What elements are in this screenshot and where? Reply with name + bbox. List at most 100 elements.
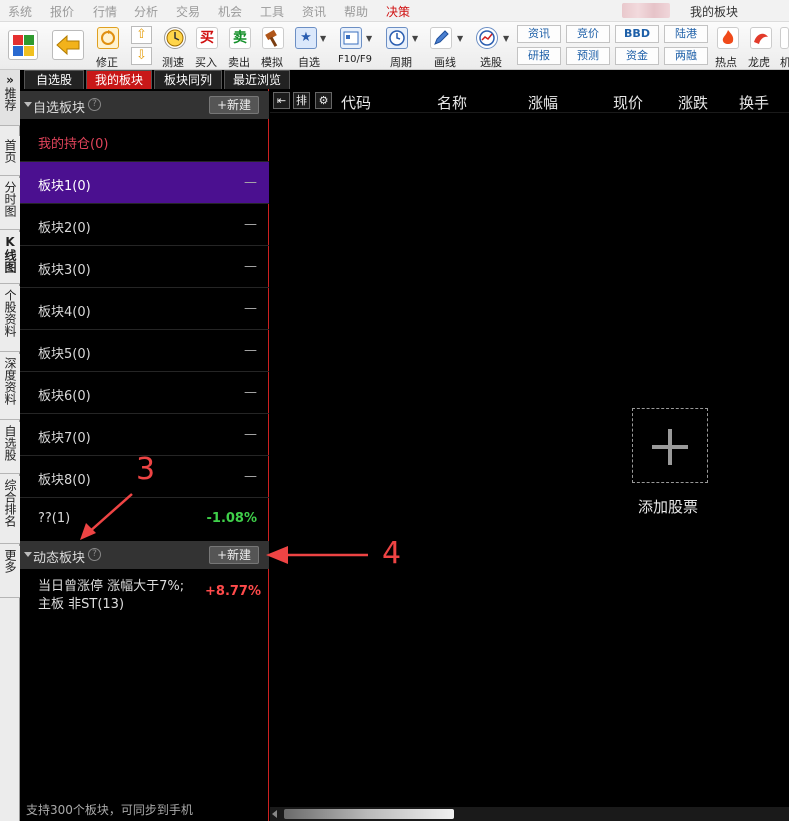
- settings-gear-icon[interactable]: ⚙: [315, 92, 332, 109]
- side-tab-stock-info[interactable]: 个股资料: [0, 286, 20, 352]
- add-stock-button[interactable]: [632, 408, 708, 483]
- capital-button[interactable]: 资金: [615, 47, 659, 65]
- side-tab-deep-info[interactable]: 深度资料: [0, 354, 20, 420]
- column-change-pct[interactable]: 涨幅: [528, 92, 558, 113]
- down-arrow-icon[interactable]: ⇩: [131, 47, 152, 65]
- tab-my-boards[interactable]: 我的板块: [86, 70, 152, 89]
- board-row[interactable]: 板块1(0) —: [20, 162, 269, 204]
- up-arrow-icon[interactable]: ⇧: [131, 26, 152, 44]
- dynamic-board-title: 动态板块: [33, 551, 86, 566]
- board-row[interactable]: 板块4(0) —: [20, 288, 269, 330]
- menu-decision[interactable]: 决策: [386, 3, 410, 20]
- board-change: —: [244, 427, 257, 442]
- side-tab-recommend-label: 推荐: [3, 87, 17, 111]
- new-custom-board-button[interactable]: +新建: [209, 96, 259, 114]
- side-tab-home[interactable]: 首页: [0, 136, 20, 176]
- sort-button[interactable]: 排: [293, 92, 310, 109]
- dragon-tiger-button[interactable]: 龙虎: [747, 25, 775, 69]
- menu-tools[interactable]: 工具: [260, 3, 284, 20]
- tab-recent[interactable]: 最近浏览: [224, 70, 290, 89]
- dragon-tiger-label: 龙虎: [748, 56, 770, 69]
- board-change: -1.08%: [206, 511, 258, 526]
- period-label: 周期: [390, 56, 412, 69]
- menu-news[interactable]: 资讯: [302, 3, 326, 20]
- back-button[interactable]: [52, 30, 84, 60]
- menu-analysis[interactable]: 分析: [134, 3, 158, 20]
- period-button[interactable]: ▼ 周期: [384, 25, 420, 69]
- board-row[interactable]: 板块7(0) —: [20, 414, 269, 456]
- help-icon[interactable]: ?: [88, 548, 101, 561]
- back-arrow-icon: [56, 34, 80, 56]
- simulate-label: 模拟: [261, 56, 283, 69]
- layout-button[interactable]: [8, 30, 38, 60]
- side-tab-recommend[interactable]: » 推荐: [0, 70, 20, 126]
- fix-button[interactable]: 修正: [96, 25, 120, 69]
- help-icon[interactable]: ?: [88, 98, 101, 111]
- side-tab-more[interactable]: 更多: [0, 546, 20, 598]
- column-turnover[interactable]: 换手: [739, 92, 769, 113]
- dynamic-board-row[interactable]: 当日曾涨停 涨幅大于7%; 主板 非ST(13) +8.77%: [20, 573, 269, 613]
- column-code[interactable]: 代码: [341, 92, 371, 113]
- sell-button[interactable]: 卖 卖出: [228, 25, 252, 69]
- pencil-icon: [430, 27, 452, 49]
- side-tab-ranking[interactable]: 综合排名: [0, 476, 20, 544]
- expand-chevron-icon: »: [6, 73, 14, 87]
- collapse-left-icon[interactable]: ⇤: [273, 92, 290, 109]
- favorites-button[interactable]: ★ ▼ 自选: [294, 25, 328, 69]
- f10-button[interactable]: ▼ F10/F9: [337, 25, 377, 69]
- board-row[interactable]: 板块3(0) —: [20, 246, 269, 288]
- column-name[interactable]: 名称: [437, 92, 467, 113]
- new-dynamic-board-button[interactable]: +新建: [209, 546, 259, 564]
- menu-opportunity[interactable]: 机会: [218, 3, 242, 20]
- menu-quote[interactable]: 报价: [50, 3, 74, 20]
- board-row[interactable]: 板块6(0) —: [20, 372, 269, 414]
- margin-button[interactable]: 两融: [664, 47, 708, 65]
- side-tab-intraday[interactable]: 分时图: [0, 178, 20, 230]
- bbd-button[interactable]: BBD: [615, 25, 659, 43]
- collapse-triangle-icon[interactable]: [24, 552, 32, 557]
- side-tab-watchlist[interactable]: 自选股: [0, 422, 20, 474]
- board-row-holdings[interactable]: 我的持仓(0): [20, 120, 269, 162]
- updown-buttons[interactable]: ⇧ ⇩: [131, 26, 153, 66]
- menu-help[interactable]: 帮助: [344, 3, 368, 20]
- horizontal-scrollbar[interactable]: [270, 807, 789, 821]
- add-stock-label[interactable]: 添加股票: [638, 496, 698, 517]
- forecast-button[interactable]: 预测: [566, 47, 610, 65]
- dropdown-caret-icon: ▼: [503, 34, 510, 43]
- side-tab-more-label: 更多: [3, 549, 17, 573]
- scroll-left-icon[interactable]: [272, 810, 277, 818]
- menu-system[interactable]: 系统: [8, 3, 32, 20]
- board-name: 板块2(0): [38, 221, 91, 236]
- menu-trade[interactable]: 交易: [176, 3, 200, 20]
- dynamic-board-header[interactable]: 动态板块 ? +新建: [20, 541, 269, 569]
- annotation-label-4: 4: [382, 536, 402, 571]
- column-change[interactable]: 涨跌: [678, 92, 708, 113]
- auction-button[interactable]: 竞价: [566, 25, 610, 43]
- dropdown-caret-icon: ▼: [412, 34, 419, 43]
- side-tab-watchlist-label: 自选股: [3, 425, 17, 461]
- hk-connect-button[interactable]: 陆港: [664, 25, 708, 43]
- board-row[interactable]: 板块5(0) —: [20, 330, 269, 372]
- side-tab-kline[interactable]: K线图: [0, 232, 20, 284]
- fire-icon: [717, 27, 739, 49]
- column-price[interactable]: 现价: [613, 92, 643, 113]
- collapse-triangle-icon[interactable]: [24, 102, 32, 107]
- board-row[interactable]: ??(1) -1.08%: [20, 498, 269, 540]
- speed-test-button[interactable]: 测速: [162, 25, 188, 69]
- tab-board-compare[interactable]: 板块同列: [154, 70, 222, 89]
- buy-button[interactable]: 买 买入: [195, 25, 219, 69]
- board-row[interactable]: 板块2(0) —: [20, 204, 269, 246]
- research-button[interactable]: 研报: [517, 47, 561, 65]
- news-button[interactable]: 资讯: [517, 25, 561, 43]
- stock-list-header: ⇤ 排 ⚙ 代码 名称 涨幅 现价 涨跌 换手: [270, 89, 789, 113]
- menu-market[interactable]: 行情: [93, 3, 117, 20]
- hotspot-button[interactable]: 热点: [714, 25, 742, 69]
- window-title: 我的板块: [690, 5, 739, 19]
- more-toolbar-button[interactable]: 机: [780, 25, 789, 69]
- scrollbar-thumb[interactable]: [284, 809, 454, 819]
- tab-watchlist[interactable]: 自选股: [24, 70, 84, 89]
- draw-line-button[interactable]: ▼ 画线: [428, 25, 466, 69]
- stock-picker-button[interactable]: ▼ 选股: [474, 25, 512, 69]
- simulate-button[interactable]: 模拟: [261, 25, 285, 69]
- custom-board-header[interactable]: 自选板块 ? +新建: [20, 91, 269, 119]
